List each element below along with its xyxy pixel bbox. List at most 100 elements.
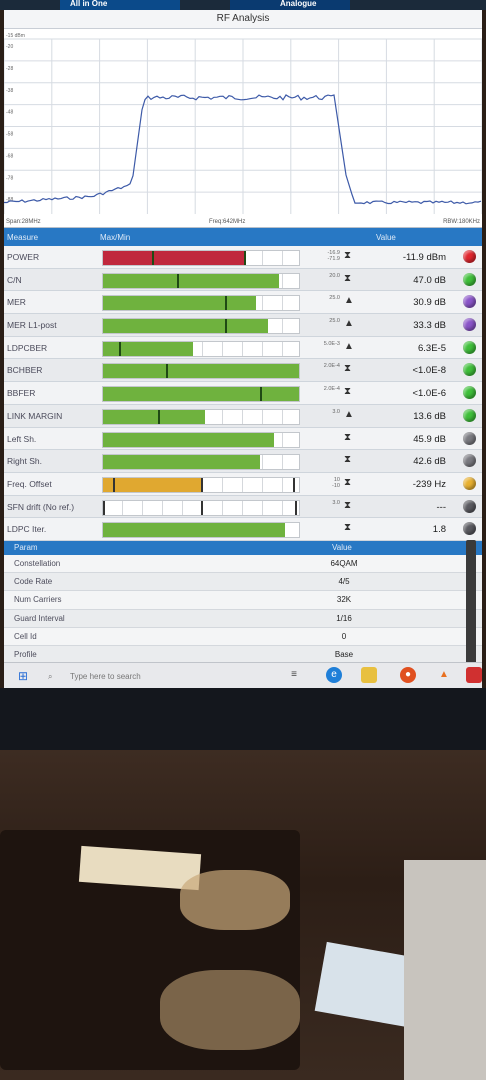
measure-row: POWER -16.9 -71.9 ⧗ -11.9 dBm: [4, 246, 482, 269]
photo-top-strip: All in One Analogue: [0, 0, 486, 10]
measure-col-header: Measure: [7, 233, 39, 242]
bar-marker: [224, 296, 227, 311]
measure-name: MER L1-post: [7, 320, 57, 331]
measure-value: 30.9 dB: [413, 297, 446, 309]
ref-level-label: -15 dBm: [6, 33, 25, 39]
scrollbar[interactable]: [466, 540, 476, 680]
limit-top: 5.0E-3: [323, 340, 340, 347]
tab-all-in-one[interactable]: All in One: [60, 0, 180, 10]
flower-print-2: [160, 970, 300, 1050]
y-tick-label: -68: [6, 153, 13, 159]
limit-arrow-icon[interactable]: ▲: [344, 409, 354, 421]
measure-bar: [102, 499, 300, 516]
measure-value: 6.3E-5: [418, 342, 446, 354]
search-icon: ⌕: [48, 672, 53, 681]
measure-limits: 2.0E-4: [304, 363, 340, 369]
measure-value: 47.0 dB: [413, 274, 446, 286]
param-name: Code Rate: [14, 577, 53, 587]
param-value: 32K: [336, 595, 352, 605]
measure-bar: [102, 522, 300, 539]
status-led: [463, 454, 476, 468]
measure-row: LINK MARGIN 3.0 ▲ 13.6 dB: [4, 404, 482, 428]
search-placeholder: Type here to search: [70, 672, 141, 681]
param-row: Guard Interval 1/16: [4, 609, 482, 628]
bar-fill: [103, 364, 299, 379]
bar-marker: [112, 477, 115, 492]
measure-row: MER 25.0 ▲ 30.9 dB: [4, 291, 482, 315]
limit-top: 25.0: [329, 295, 340, 302]
freq-label: Freq:642MHz: [209, 219, 246, 225]
measure-name: POWER: [7, 252, 40, 262]
limit-arrow-icon[interactable]: ⧗: [344, 477, 351, 489]
bar-fill: [103, 319, 268, 334]
bar-marker: [165, 364, 168, 379]
measure-bar: [102, 386, 300, 403]
param-value: Base: [334, 649, 354, 659]
measure-name: Right Sh.: [7, 456, 42, 467]
measure-row: Left Sh. ⧗ 45.9 dB: [4, 427, 482, 451]
limit-arrow-icon[interactable]: ⧗: [344, 363, 351, 375]
measure-limits: 5.0E-3: [304, 341, 340, 347]
bar-marker: [244, 251, 247, 265]
limit-arrow-icon[interactable]: ▲: [344, 341, 354, 353]
measure-row: Right Sh. ⧗ 42.6 dB: [4, 450, 482, 473]
windows-start-icon[interactable]: ⊞: [18, 669, 28, 683]
limit-arrow-icon[interactable]: ▲: [344, 295, 354, 307]
tab-all-in-one-label: All in One: [70, 0, 108, 8]
measure-name: SFN drift (No ref.): [7, 501, 75, 512]
limit-arrow-icon[interactable]: ⧗: [344, 250, 351, 262]
measure-limits: 25.0: [304, 295, 340, 301]
limit-arrow-icon[interactable]: ▲: [344, 318, 354, 330]
taskbar: ⊞ ⌕ Type here to search ≡ e ● ▲: [4, 662, 482, 689]
measure-name: LINK MARGIN: [7, 410, 63, 421]
status-led: [463, 363, 476, 377]
value-col-header: Value: [376, 233, 396, 242]
param-col-header: Param: [14, 542, 38, 552]
y-tick-label: -20: [6, 44, 13, 50]
measure-value: -239 Hz: [412, 478, 446, 490]
task-view-icon[interactable]: ≡: [286, 667, 302, 683]
span-label: Span:28MHz: [6, 219, 41, 225]
limit-bottom: -71.9: [327, 256, 340, 262]
limit-arrow-icon[interactable]: ⧗: [344, 500, 351, 512]
app-icon[interactable]: [466, 667, 482, 683]
tab-analogue[interactable]: Analogue: [230, 0, 350, 10]
status-led: [463, 386, 476, 400]
measure-value: 45.9 dB: [413, 433, 446, 445]
measure-name: BCHBER: [7, 365, 43, 376]
measure-row: MER L1-post 25.0 ▲ 33.3 dB: [4, 314, 482, 337]
bar-marker: [293, 477, 296, 492]
measure-limits: 3.0: [304, 500, 340, 506]
edge-icon[interactable]: e: [326, 667, 342, 683]
limit-arrow-icon[interactable]: ⧗: [344, 273, 351, 285]
bar-marker: [177, 273, 180, 288]
window-title: RF Analysis: [4, 10, 482, 29]
limit-arrow-icon[interactable]: ⧗: [344, 522, 351, 534]
measure-limits: 10 -10: [304, 477, 340, 489]
taskbar-search[interactable]: ⌕ Type here to search: [42, 666, 222, 686]
bar-fill: [103, 432, 274, 447]
measure-value: 13.6 dB: [413, 410, 446, 422]
maxmin-col-header: Max/Min: [100, 233, 131, 242]
param-value: 64QAM: [330, 558, 358, 568]
measure-bar: [102, 295, 300, 312]
limit-arrow-icon[interactable]: ⧗: [344, 432, 351, 444]
measure-name: Left Sh.: [7, 433, 37, 444]
measure-name: LDPC Iter.: [7, 524, 47, 535]
y-tick-label: -58: [6, 132, 13, 138]
folder-icon[interactable]: [361, 667, 377, 683]
measure-name: C/N: [7, 274, 22, 285]
param-name: Profile: [14, 649, 37, 659]
bar-fill: [103, 273, 280, 288]
measure-limits: 3.0: [304, 409, 340, 415]
measure-bar: [102, 340, 300, 357]
analyzer-screen: RF Analysis -20 -28 -38 -48 -58 -68 -78 -88 -15 …: [4, 10, 482, 686]
measure-value: ---: [436, 501, 447, 513]
limit-arrow-icon[interactable]: ⧗: [344, 386, 351, 398]
vlc-icon[interactable]: ▲: [436, 667, 452, 683]
measure-bar: [102, 431, 300, 448]
limit-top: 25.0: [329, 318, 340, 325]
bar-marker: [152, 251, 154, 265]
chrome-icon[interactable]: ●: [400, 667, 416, 683]
limit-arrow-icon[interactable]: ⧗: [344, 454, 351, 466]
